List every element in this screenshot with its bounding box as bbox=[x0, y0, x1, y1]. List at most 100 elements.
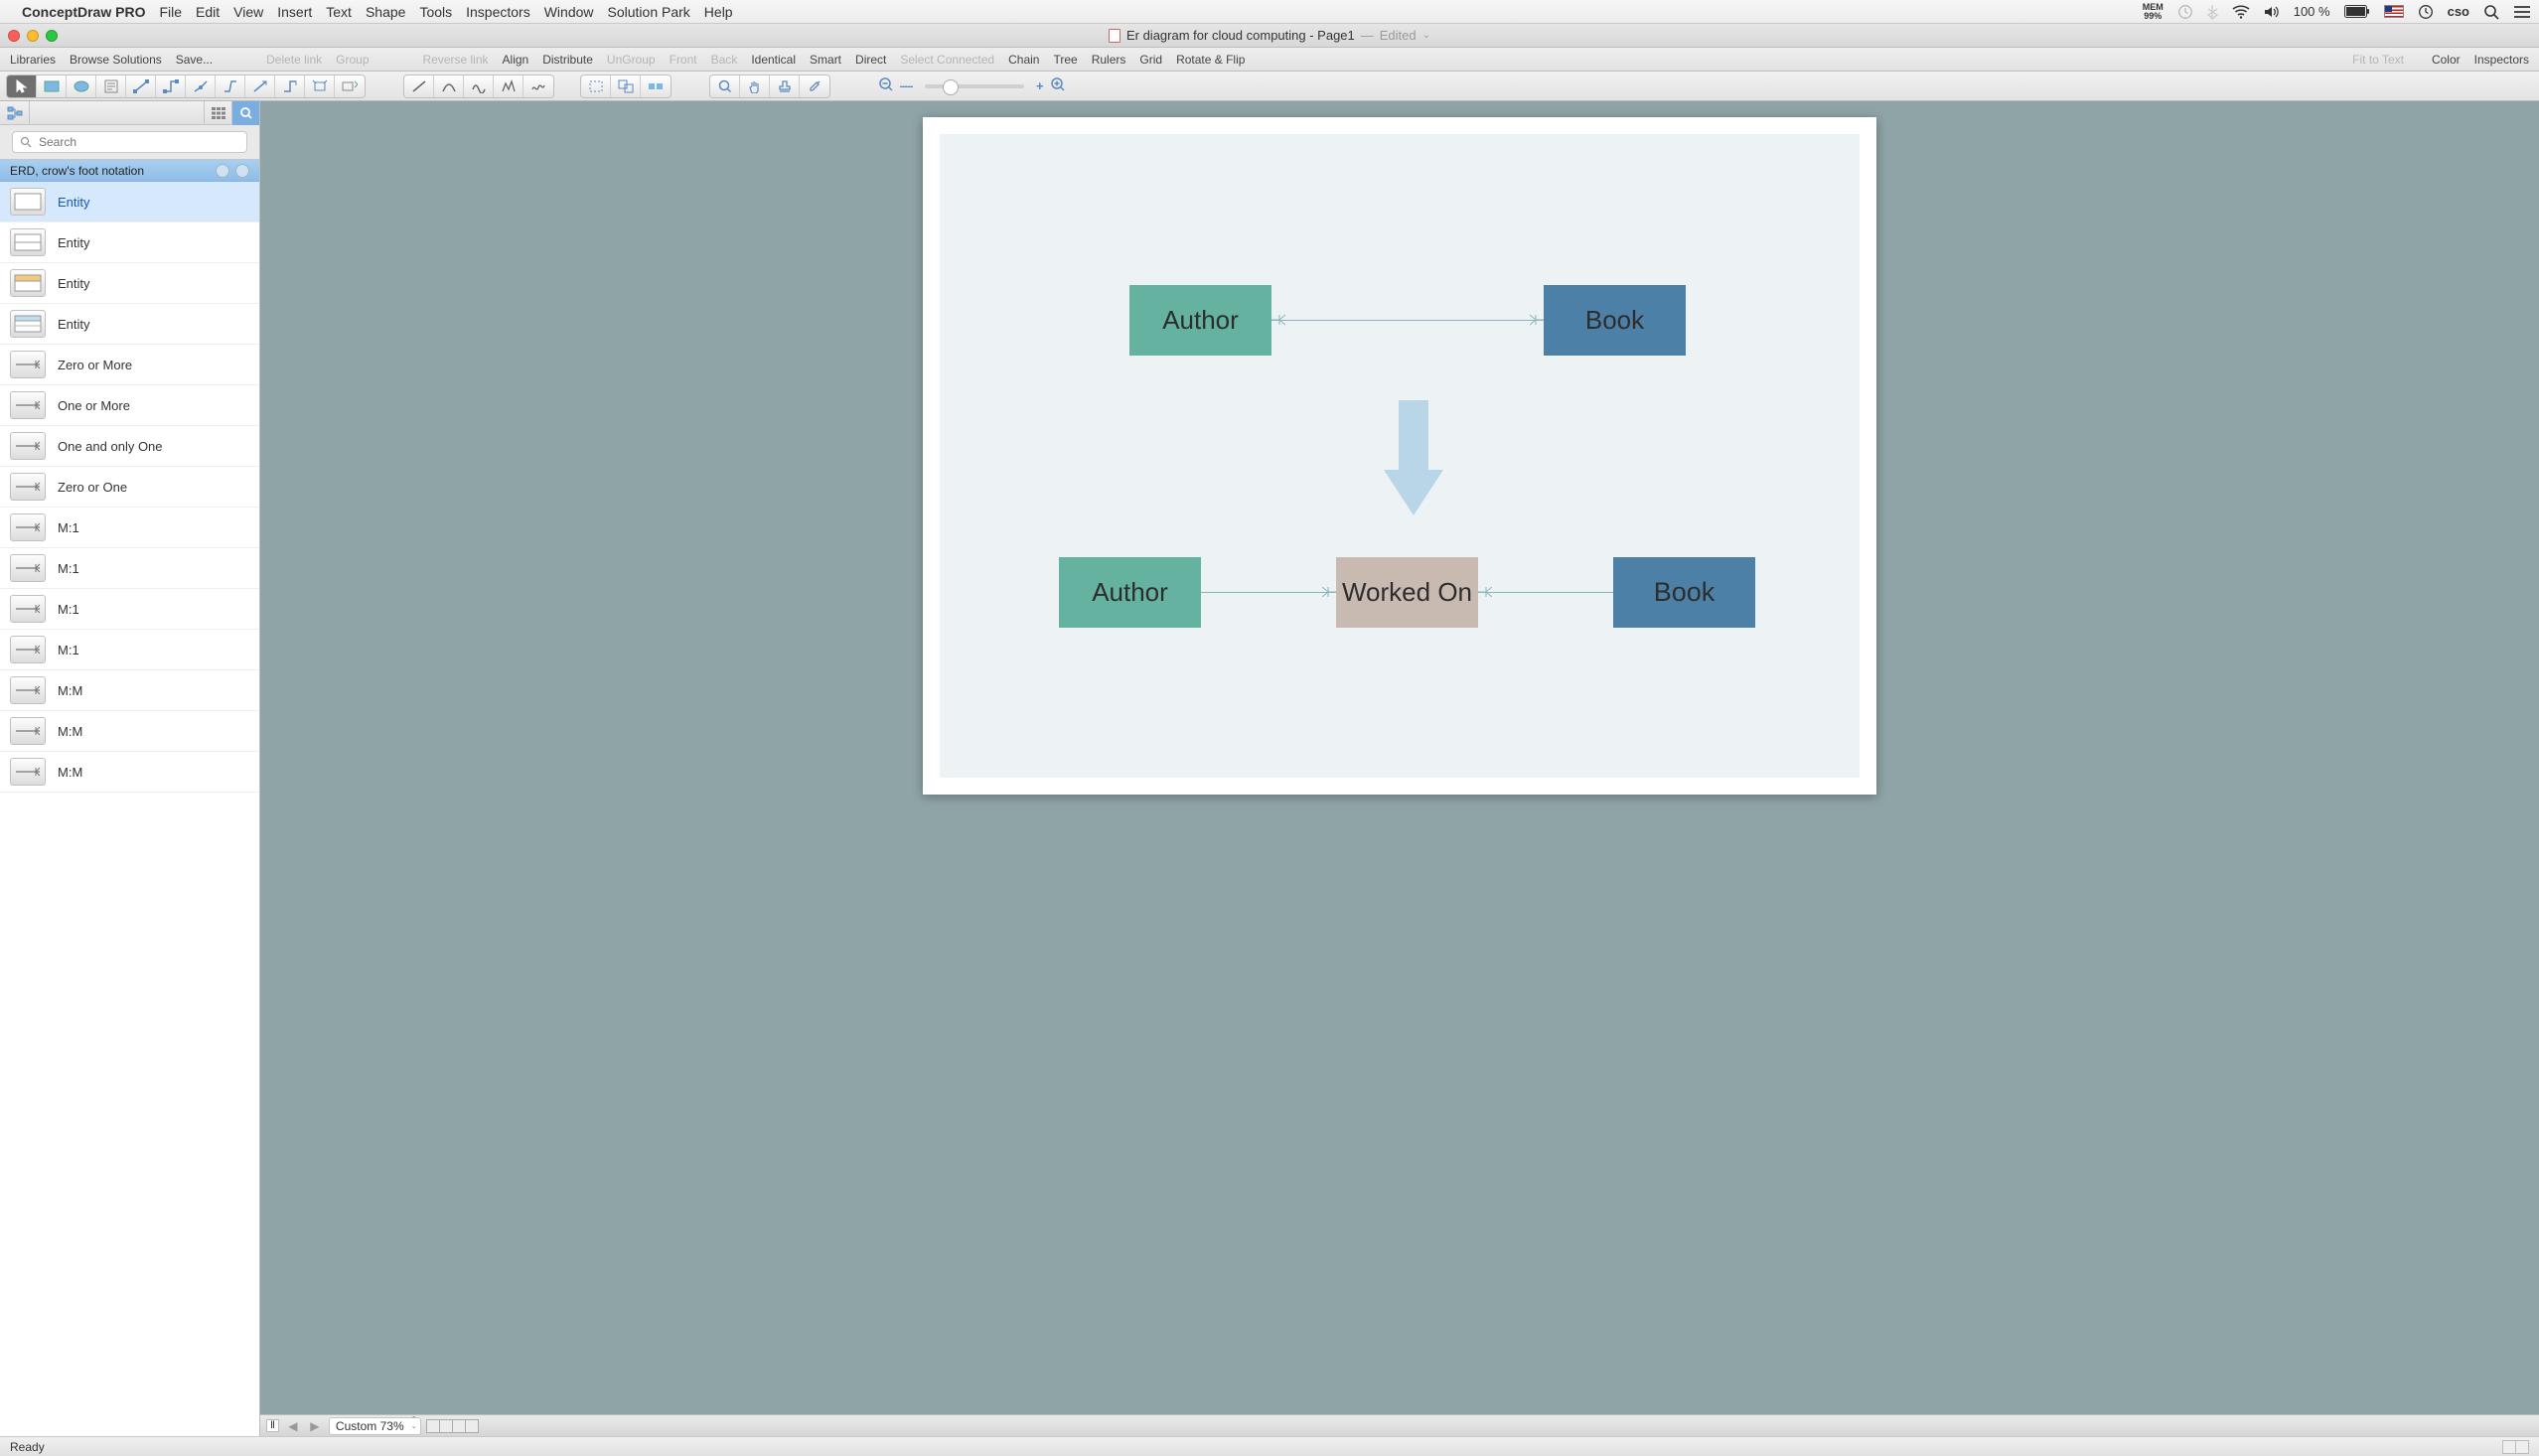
tool-stamp[interactable] bbox=[770, 75, 800, 97]
battery-icon[interactable] bbox=[2344, 5, 2370, 18]
tool-eyedropper[interactable] bbox=[800, 75, 829, 97]
tool-connector-2[interactable] bbox=[156, 75, 186, 97]
tb-inspectors[interactable]: Inspectors bbox=[2474, 53, 2529, 67]
tool-line[interactable] bbox=[404, 75, 434, 97]
clock-icon[interactable] bbox=[2418, 4, 2434, 20]
tool-connector-4[interactable] bbox=[216, 75, 245, 97]
zoom-in-icon[interactable] bbox=[1050, 76, 1066, 95]
tool-arc[interactable] bbox=[434, 75, 464, 97]
zoom-plus-icon[interactable]: + bbox=[1036, 78, 1044, 93]
library-item-2[interactable]: Entity bbox=[0, 263, 259, 304]
library-item-6[interactable]: One and only One bbox=[0, 426, 259, 467]
menu-text[interactable]: Text bbox=[326, 4, 352, 20]
tool-connector-5[interactable] bbox=[245, 75, 275, 97]
tool-zoom[interactable] bbox=[710, 75, 740, 97]
library-item-9[interactable]: M:1 bbox=[0, 548, 259, 589]
tool-pointer[interactable] bbox=[7, 75, 37, 97]
tb-chain[interactable]: Chain bbox=[1008, 53, 1039, 67]
tool-rect[interactable] bbox=[37, 75, 67, 97]
down-arrow-shape[interactable] bbox=[1384, 400, 1443, 515]
library-item-8[interactable]: M:1 bbox=[0, 508, 259, 548]
volume-icon[interactable] bbox=[2264, 5, 2280, 19]
library-item-12[interactable]: M:M bbox=[0, 670, 259, 711]
zoom-minus-icon[interactable]: — bbox=[900, 78, 913, 93]
zoom-out-icon[interactable] bbox=[878, 76, 894, 95]
library-item-13[interactable]: M:M bbox=[0, 711, 259, 752]
library-item-1[interactable]: Entity bbox=[0, 222, 259, 263]
user-label[interactable]: cso bbox=[2448, 4, 2469, 19]
page-pause-icon[interactable]: Ⅱ bbox=[266, 1419, 279, 1432]
library-item-11[interactable]: M:1 bbox=[0, 630, 259, 670]
connector-author-book[interactable] bbox=[1271, 320, 1544, 321]
sidebar-grid-view-button[interactable] bbox=[204, 101, 231, 125]
page-next-button[interactable]: ▶ bbox=[307, 1418, 323, 1434]
tool-connector-7[interactable] bbox=[305, 75, 335, 97]
tb-tree[interactable]: Tree bbox=[1053, 53, 1077, 67]
menu-solution-park[interactable]: Solution Park bbox=[608, 4, 690, 20]
tool-connector-1[interactable] bbox=[126, 75, 156, 97]
tb-smart[interactable]: Smart bbox=[810, 53, 841, 67]
menu-file[interactable]: File bbox=[159, 4, 182, 20]
tool-region-3[interactable] bbox=[641, 75, 671, 97]
zoom-slider[interactable] bbox=[925, 84, 1024, 88]
page[interactable]: Author Book Author Worked On Book bbox=[940, 134, 1860, 778]
tool-ellipse[interactable] bbox=[67, 75, 96, 97]
menu-window[interactable]: Window bbox=[544, 4, 594, 20]
sidebar-search-input[interactable] bbox=[12, 131, 247, 153]
tb-grid[interactable]: Grid bbox=[1139, 53, 1162, 67]
sidebar-search-view-button[interactable] bbox=[231, 101, 259, 125]
sidebar-tree-button[interactable] bbox=[0, 101, 30, 125]
tb-color[interactable]: Color bbox=[2432, 53, 2461, 67]
connector-author-worked[interactable] bbox=[1201, 592, 1336, 593]
library-close-icon[interactable] bbox=[235, 164, 249, 178]
title-dropdown-icon[interactable]: ⌄ bbox=[1422, 30, 1430, 41]
tb-align[interactable]: Align bbox=[503, 53, 529, 67]
menu-tools[interactable]: Tools bbox=[419, 4, 452, 20]
tb-libraries[interactable]: Libraries bbox=[10, 53, 56, 67]
time-machine-icon[interactable] bbox=[2177, 4, 2193, 20]
library-item-7[interactable]: Zero or One bbox=[0, 467, 259, 508]
sidebar-library-list[interactable]: EntityEntityEntityEntityZero or MoreOne … bbox=[0, 182, 259, 1436]
entity-worked-on[interactable]: Worked On bbox=[1336, 557, 1478, 628]
tool-region-2[interactable] bbox=[611, 75, 641, 97]
menu-inspectors[interactable]: Inspectors bbox=[466, 4, 530, 20]
page-thumbnails[interactable] bbox=[427, 1419, 479, 1433]
menu-view[interactable]: View bbox=[233, 4, 263, 20]
input-source-flag-icon[interactable] bbox=[2384, 5, 2404, 18]
sidebar-library-header[interactable]: ERD, crow's foot notation bbox=[0, 160, 259, 182]
menu-shape[interactable]: Shape bbox=[366, 4, 405, 20]
tb-browse-solutions[interactable]: Browse Solutions bbox=[70, 53, 162, 67]
entity-author-bottom[interactable]: Author bbox=[1059, 557, 1201, 628]
tb-rotate-flip[interactable]: Rotate & Flip bbox=[1176, 53, 1245, 67]
tool-insert-shape[interactable] bbox=[335, 75, 365, 97]
tb-identical[interactable]: Identical bbox=[751, 53, 796, 67]
tb-distribute[interactable]: Distribute bbox=[542, 53, 593, 67]
app-name[interactable]: ConceptDraw PRO bbox=[22, 4, 145, 20]
menu-insert[interactable]: Insert bbox=[277, 4, 312, 20]
connector-worked-book[interactable] bbox=[1478, 592, 1613, 593]
library-save-icon[interactable] bbox=[216, 164, 229, 178]
menu-help[interactable]: Help bbox=[704, 4, 733, 20]
tool-region-1[interactable] bbox=[581, 75, 611, 97]
entity-author-top[interactable]: Author bbox=[1129, 285, 1271, 356]
library-item-3[interactable]: Entity bbox=[0, 304, 259, 345]
library-item-4[interactable]: Zero or More bbox=[0, 345, 259, 385]
page-prev-button[interactable]: ◀ bbox=[285, 1418, 301, 1434]
spotlight-icon[interactable] bbox=[2483, 4, 2499, 20]
library-item-10[interactable]: M:1 bbox=[0, 589, 259, 630]
tb-rulers[interactable]: Rulers bbox=[1092, 53, 1126, 67]
library-item-5[interactable]: One or More bbox=[0, 385, 259, 426]
tool-connector-6[interactable] bbox=[275, 75, 305, 97]
menu-list-icon[interactable] bbox=[2513, 5, 2531, 19]
menu-edit[interactable]: Edit bbox=[196, 4, 220, 20]
entity-book-bottom[interactable]: Book bbox=[1613, 557, 1755, 628]
tb-direct[interactable]: Direct bbox=[855, 53, 886, 67]
tool-spline[interactable] bbox=[464, 75, 494, 97]
tb-save[interactable]: Save... bbox=[176, 53, 213, 67]
zoom-select[interactable]: Custom 73% bbox=[329, 1417, 421, 1435]
tool-pan[interactable] bbox=[740, 75, 770, 97]
library-item-14[interactable]: M:M bbox=[0, 752, 259, 793]
library-item-0[interactable]: Entity bbox=[0, 182, 259, 222]
bluetooth-icon[interactable] bbox=[2207, 4, 2218, 20]
tool-freehand[interactable] bbox=[523, 75, 553, 97]
